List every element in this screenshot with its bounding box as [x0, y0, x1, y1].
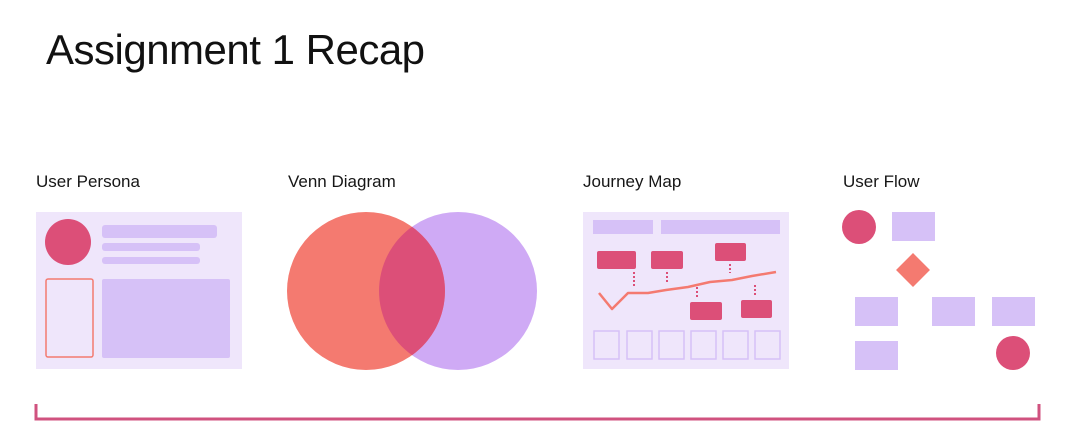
journey-map-illustration [583, 212, 789, 369]
persona-name-bar [102, 225, 217, 238]
journey-stage-block [597, 251, 636, 269]
journey-header-block [593, 220, 653, 234]
flow-step-box [992, 297, 1035, 326]
journey-stage-block [651, 251, 683, 269]
flow-step-box [855, 341, 898, 370]
persona-avatar-icon [45, 219, 91, 265]
user-flow-illustration [842, 210, 1035, 370]
persona-detail-bar [102, 257, 200, 264]
user-persona-illustration [36, 212, 242, 369]
journey-card-background [583, 212, 789, 369]
flow-step-box [855, 297, 898, 326]
flow-step-box [892, 212, 935, 241]
persona-detail-bar [102, 243, 200, 251]
flow-step-box [932, 297, 975, 326]
journey-stage-block [715, 243, 746, 261]
flow-decision-diamond [896, 253, 930, 287]
flow-end-circle [996, 336, 1030, 370]
persona-content-block [102, 279, 230, 358]
journey-stage-block [690, 302, 722, 320]
journey-header-block [661, 220, 780, 234]
bottom-bracket [34, 404, 1041, 421]
flow-start-circle [842, 210, 876, 244]
illustrations [34, 210, 1041, 421]
journey-stage-block [741, 300, 772, 318]
venn-diagram-illustration [287, 212, 537, 370]
